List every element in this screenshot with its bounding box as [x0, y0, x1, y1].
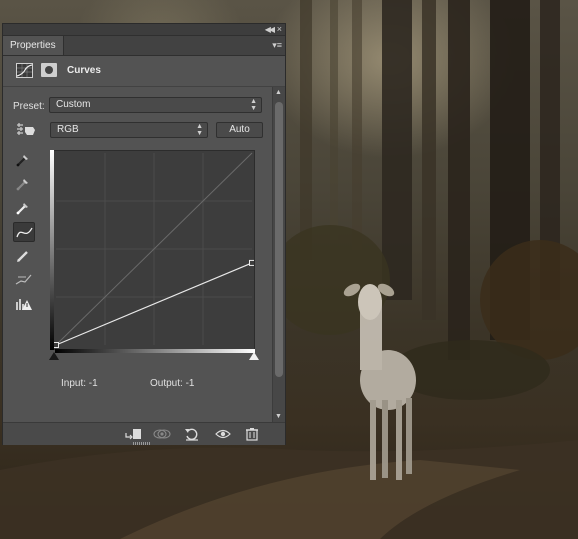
curves-graph[interactable] [50, 150, 255, 350]
curve-points-icon[interactable] [13, 222, 35, 242]
visibility-eye-icon[interactable] [214, 427, 232, 441]
output-gradient-bar [50, 150, 54, 350]
scroll-thumb[interactable] [275, 102, 283, 377]
output-value: Output: -1 [150, 378, 195, 389]
clip-to-layer-icon[interactable] [124, 427, 142, 441]
view-previous-state-icon[interactable] [153, 427, 171, 441]
close-icon[interactable]: × [277, 24, 282, 34]
resize-grip[interactable] [133, 442, 151, 445]
preset-select[interactable]: Custom ▲ ▼ [49, 97, 262, 113]
smooth-curve-icon[interactable] [13, 270, 35, 290]
on-image-adjustment-icon[interactable] [15, 122, 37, 141]
adjustment-title: Curves [67, 65, 101, 76]
curve-canvas[interactable] [51, 151, 255, 349]
panel-menu-icon[interactable]: ▾≡ [272, 40, 282, 51]
black-point-eyedropper-icon[interactable] [13, 150, 35, 170]
panel-tab-bar: Properties ▾≡ [3, 36, 285, 56]
curve-control-point[interactable] [249, 259, 255, 266]
white-point-slider[interactable] [249, 352, 259, 360]
chevron-up-down-icon: ▲ ▼ [250, 98, 257, 112]
clipping-warning-icon[interactable] [13, 294, 35, 314]
channel-select[interactable]: RGB ▲ ▼ [50, 122, 208, 138]
panel-scrollbar[interactable]: ▲ ▼ [272, 87, 285, 422]
panel-title-strip[interactable]: ◀◀ × [3, 24, 285, 36]
scroll-down-icon[interactable]: ▼ [275, 413, 282, 420]
channel-select-value: RGB [57, 124, 79, 135]
chevron-up-down-icon: ▲ ▼ [196, 123, 203, 137]
white-point-eyedropper-icon[interactable] [13, 198, 35, 218]
tab-properties[interactable]: Properties [3, 36, 64, 55]
scroll-up-icon[interactable]: ▲ [275, 89, 282, 96]
curves-adjustment-icon[interactable] [16, 63, 33, 78]
input-value: Input: -1 [61, 378, 98, 389]
adjustment-header: Curves [3, 56, 285, 87]
curve-control-point[interactable] [53, 342, 59, 348]
properties-panel: ◀◀ × Properties ▾≡ Curves Preset: Custom… [2, 23, 286, 445]
auto-button[interactable]: Auto [216, 122, 263, 138]
trash-icon[interactable] [243, 427, 261, 441]
gray-point-eyedropper-icon[interactable] [13, 174, 35, 194]
double-chevron-right-icon[interactable]: ◀◀ [265, 25, 275, 34]
input-gradient-bar [55, 349, 255, 353]
preset-label: Preset: [13, 101, 45, 112]
pencil-draw-icon[interactable] [13, 246, 35, 266]
black-point-slider[interactable] [49, 352, 59, 360]
preset-select-value: Custom [56, 99, 91, 110]
panel-footer [3, 422, 285, 445]
reset-icon[interactable] [183, 427, 201, 441]
layer-mask-icon[interactable] [41, 63, 57, 77]
